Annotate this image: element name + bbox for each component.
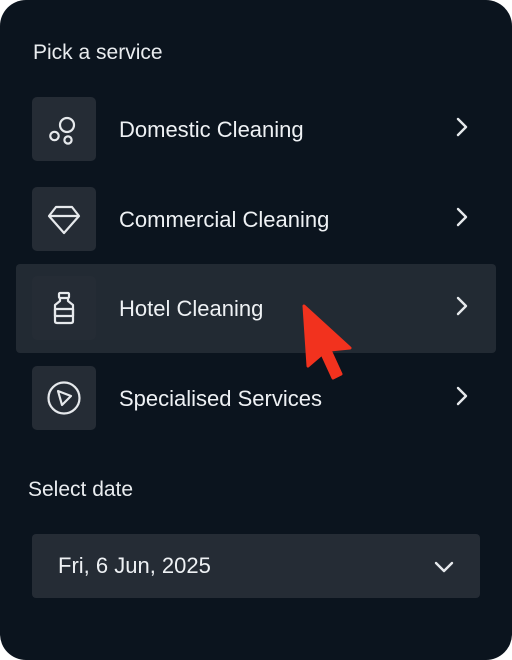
service-label: Hotel Cleaning — [119, 296, 264, 321]
chevron-down-icon — [434, 561, 454, 573]
play-circle-icon — [47, 381, 81, 415]
bottle-icon — [53, 291, 75, 325]
service-item-commercial-cleaning[interactable]: Commercial Cleaning — [16, 175, 496, 264]
chevron-right-icon — [456, 207, 468, 227]
service-picker-panel: Pick a service Domestic Cleaning Commerc… — [0, 0, 512, 660]
chevron-right-icon — [456, 386, 468, 406]
service-label: Commercial Cleaning — [119, 207, 330, 232]
service-icon-tile — [32, 366, 96, 430]
bubbles-icon — [49, 116, 76, 145]
service-item-specialised-services[interactable]: Specialised Services — [16, 354, 496, 443]
service-icon-tile — [32, 187, 96, 251]
pick-service-heading: Pick a service — [33, 41, 163, 64]
service-item-hotel-cleaning[interactable]: Hotel Cleaning — [16, 264, 496, 353]
chevron-right-icon — [456, 117, 468, 137]
service-label: Specialised Services — [119, 386, 322, 411]
date-select[interactable]: Fri, 6 Jun, 2025 — [32, 534, 480, 598]
gem-icon — [47, 205, 81, 235]
date-value: Fri, 6 Jun, 2025 — [58, 553, 211, 578]
service-label: Domestic Cleaning — [119, 117, 304, 142]
service-item-domestic-cleaning[interactable]: Domestic Cleaning — [16, 85, 496, 174]
service-icon-tile — [32, 276, 96, 340]
mouse-cursor-icon — [302, 304, 352, 380]
service-icon-tile — [32, 97, 96, 161]
chevron-right-icon — [456, 296, 468, 316]
select-date-heading: Select date — [28, 478, 134, 501]
